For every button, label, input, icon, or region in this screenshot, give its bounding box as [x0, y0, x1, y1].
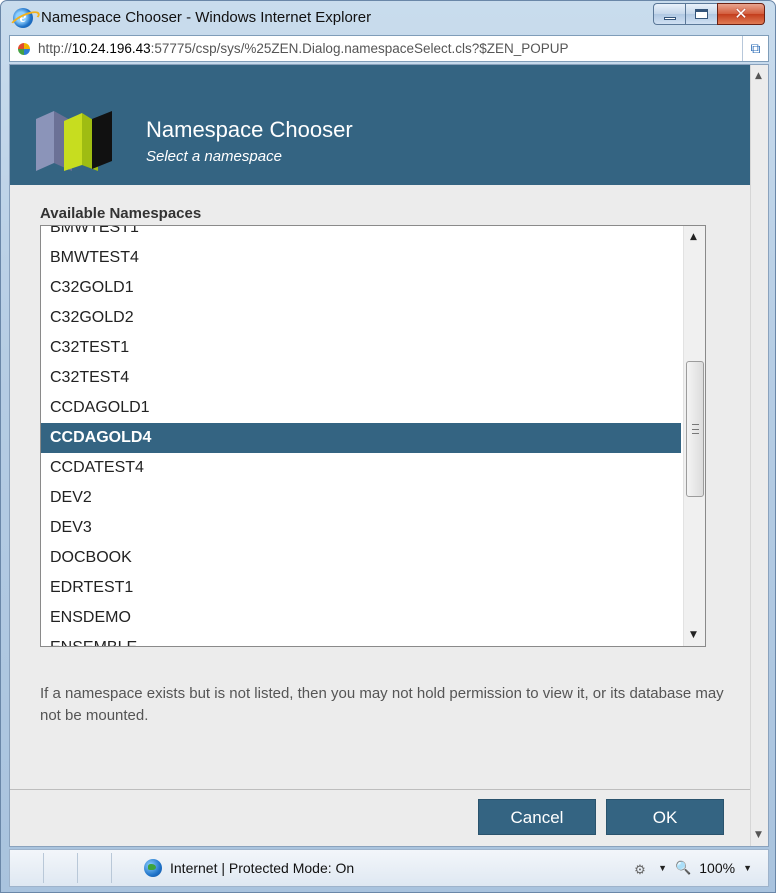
url-text[interactable]: http://10.24.196.43:57775/csp/sys/%25ZEN…: [38, 40, 742, 58]
status-cell: [10, 853, 44, 883]
chevron-down-icon[interactable]: ▼: [658, 859, 667, 877]
globe-icon: [144, 859, 162, 877]
zone-label: Internet | Protected Mode: On: [170, 860, 355, 876]
minimize-icon: [663, 16, 676, 20]
listbox-scrollbar[interactable]: ▲ ▼: [683, 226, 705, 646]
title-bar[interactable]: e Namespace Chooser - Windows Internet E…: [1, 1, 775, 35]
zoom-level[interactable]: 100%: [699, 859, 735, 877]
close-button[interactable]: ✕: [717, 3, 765, 25]
list-item[interactable]: BMWTEST4: [41, 243, 681, 273]
url-prefix: http://: [38, 40, 72, 56]
page-scrollbar[interactable]: ▲ ▼: [750, 65, 768, 846]
help-text: If a namespace exists but is not listed,…: [40, 685, 724, 724]
list-item[interactable]: C32GOLD2: [41, 303, 681, 333]
available-namespaces-label: Available Namespaces: [40, 205, 202, 222]
list-item[interactable]: ENSEMBLE: [41, 633, 681, 646]
maximize-button[interactable]: [685, 3, 717, 25]
list-item[interactable]: C32TEST1: [41, 333, 681, 363]
page-icon: [16, 40, 34, 58]
list-item[interactable]: CCDAGOLD1: [41, 393, 681, 423]
list-item[interactable]: DEV3: [41, 513, 681, 543]
page-viewport: Namespace Chooser Select a namespace Ava…: [9, 64, 769, 847]
ok-button[interactable]: OK: [606, 799, 724, 835]
dialog-subtitle: Select a namespace: [146, 148, 282, 165]
scrollbar-thumb[interactable]: [686, 361, 704, 497]
status-cell: [44, 853, 78, 883]
page-scroll-down-icon[interactable]: ▼: [755, 830, 762, 840]
maximize-icon: [695, 9, 708, 19]
close-icon: ✕: [734, 4, 748, 23]
window-title: Namespace Chooser - Windows Internet Exp…: [41, 9, 372, 26]
browser-window: e Namespace Chooser - Windows Internet E…: [0, 0, 776, 893]
protected-mode-icon[interactable]: ⚙: [634, 861, 650, 877]
cancel-button[interactable]: Cancel: [478, 799, 596, 835]
list-item[interactable]: ENSDEMO: [41, 603, 681, 633]
status-cell: [78, 853, 112, 883]
minimize-button[interactable]: [653, 3, 685, 25]
status-bar: Internet | Protected Mode: On ⚙ ▼ 🔍 100%…: [9, 849, 769, 887]
list-item-selected[interactable]: CCDAGOLD4: [41, 423, 681, 453]
page-scroll-up-icon[interactable]: ▲: [755, 71, 762, 81]
compatibility-view-button[interactable]: ⧉: [742, 36, 768, 61]
url-path: :57775/csp/sys/%25ZEN.Dialog.namespaceSe…: [150, 40, 569, 56]
zoom-icon[interactable]: 🔍: [675, 859, 691, 877]
list-item[interactable]: C32GOLD1: [41, 273, 681, 303]
security-zone[interactable]: Internet | Protected Mode: On: [144, 859, 354, 877]
zoom-dropdown-icon[interactable]: ▼: [743, 859, 752, 877]
scroll-down-arrow-icon[interactable]: ▼: [690, 630, 697, 640]
url-host: 10.24.196.43: [71, 40, 151, 56]
list-item[interactable]: CCDATEST4: [41, 453, 681, 483]
dialog-title: Namespace Chooser: [146, 117, 353, 142]
internet-explorer-icon: e: [13, 8, 33, 28]
dialog-header: Namespace Chooser Select a namespace: [10, 65, 750, 185]
namespace-listbox[interactable]: BMWTEST1 BMWTEST4 C32GOLD1 C32GOLD2 C32TEST1…: [40, 225, 706, 647]
list-item[interactable]: DOCBOOK: [41, 543, 681, 573]
list-item[interactable]: EDRTEST1: [41, 573, 681, 603]
compatibility-view-icon: ⧉: [750, 40, 761, 57]
list-item[interactable]: C32TEST4: [41, 363, 681, 393]
ensemble-logo-icon: [36, 111, 112, 171]
list-item[interactable]: BMWTEST1: [41, 226, 681, 243]
status-right: ⚙ ▼ 🔍 100% ▼: [634, 859, 752, 877]
address-bar[interactable]: http://10.24.196.43:57775/csp/sys/%25ZEN…: [9, 35, 769, 62]
dialog-footer: Cancel OK: [10, 789, 750, 846]
window-controls: ✕: [653, 3, 765, 25]
namespace-list: BMWTEST1 BMWTEST4 C32GOLD1 C32GOLD2 C32TEST1…: [41, 226, 681, 646]
list-item[interactable]: DEV2: [41, 483, 681, 513]
scroll-up-arrow-icon[interactable]: ▲: [690, 232, 697, 242]
